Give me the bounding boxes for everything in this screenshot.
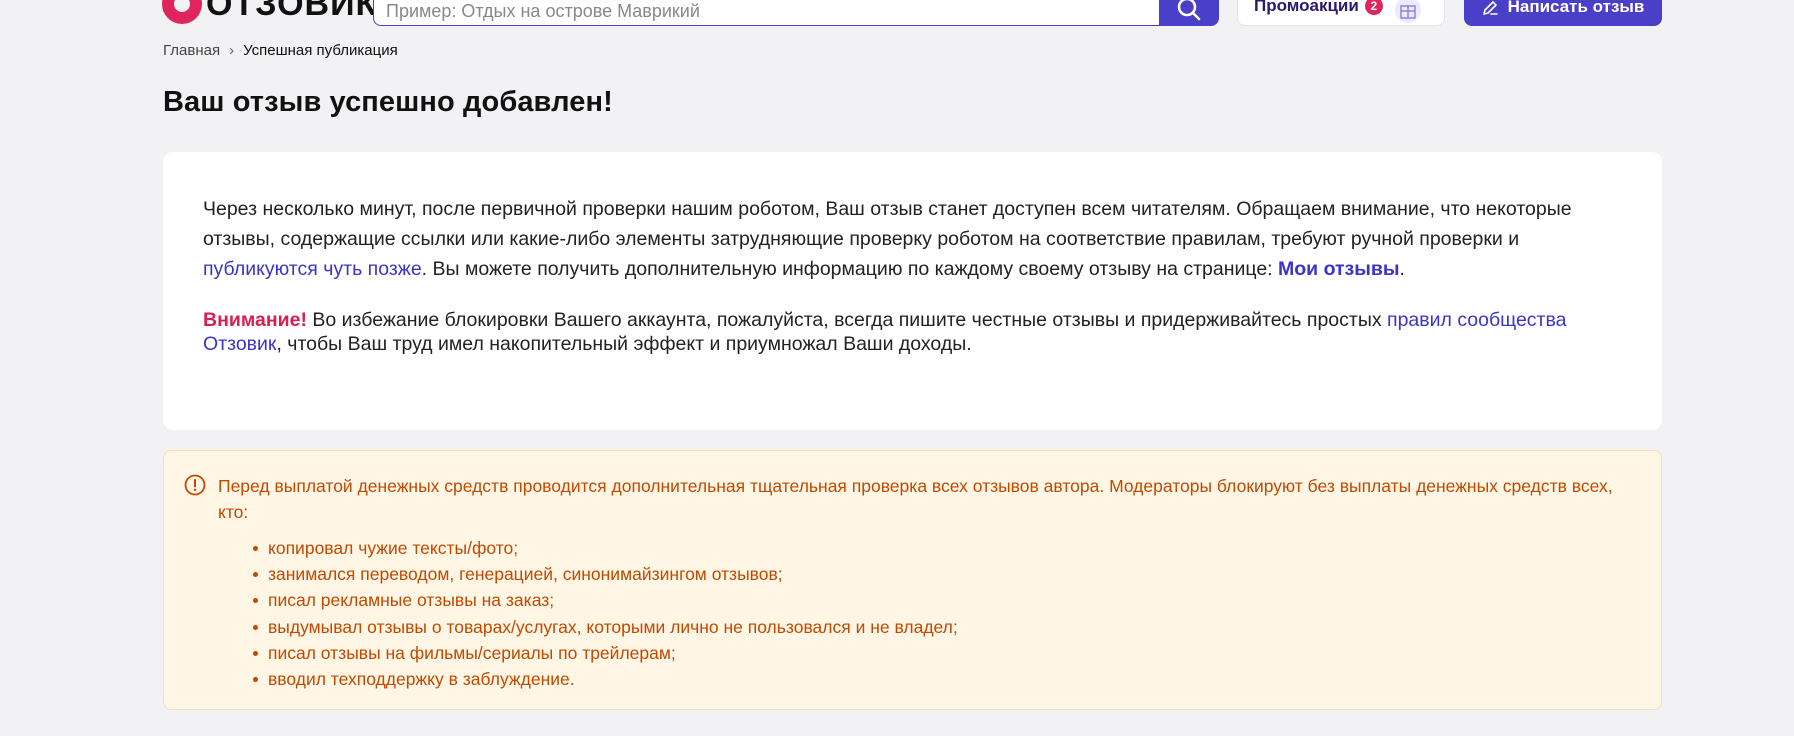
write-review-label: Написать отзыв — [1507, 0, 1645, 16]
list-item: копировал чужие тексты/фото; — [253, 535, 1631, 561]
success-card: Через несколько минут, после первичной п… — [163, 152, 1662, 430]
breadcrumb-home[interactable]: Главная — [163, 42, 220, 59]
write-review-button[interactable]: Написать отзыв — [1464, 0, 1662, 26]
search-button[interactable] — [1159, 0, 1219, 26]
search-input[interactable] — [373, 0, 1159, 26]
info-text-1: Через несколько минут, после первичной п… — [203, 198, 1572, 250]
logo-text: ОТЗОВИК — [206, 0, 378, 23]
list-item: вводил техподдержку в заблуждение. — [253, 666, 1631, 692]
attention-text-1: Во избежание блокировки Вашего аккаунта,… — [306, 309, 1388, 331]
my-reviews-link[interactable]: Мои отзывы — [1278, 258, 1400, 280]
list-item: занимался переводом, генерацией, синоним… — [253, 561, 1631, 587]
page-title: Ваш отзыв успешно добавлен! — [163, 86, 613, 118]
breadcrumb-separator: › — [229, 42, 235, 59]
list-item: писал рекламные отзывы на заказ; — [253, 587, 1631, 613]
attention-text-2: , чтобы Ваш труд имел накопительный эффе… — [276, 333, 972, 355]
list-item: писал отзывы на фильмы/сериалы по трейле… — [253, 640, 1631, 666]
logo-icon — [162, 0, 202, 24]
promo-count-badge: 2 — [1364, 0, 1383, 15]
promo-label: Промоакции — [1254, 0, 1359, 15]
search-bar — [373, 0, 1219, 26]
info-text-end: . — [1399, 258, 1405, 280]
attention-paragraph: Внимание! Во избежание блокировки Вашего… — [203, 308, 1622, 356]
breadcrumb: Главная › Успешная публикация — [163, 42, 398, 59]
page: ОТЗОВИК Промоакции 2 — [0, 0, 1794, 736]
published-later-link[interactable]: публикуются чуть позже — [203, 258, 422, 280]
header: ОТЗОВИК Промоакции 2 — [0, 0, 1794, 28]
search-icon — [1177, 0, 1201, 21]
logo[interactable]: ОТЗОВИК — [162, 0, 378, 24]
info-text-2: . Вы можете получить дополнительную инфо… — [421, 258, 1279, 280]
warning-box: Перед выплатой денежных средств проводит… — [163, 450, 1662, 710]
alert-circle-icon — [184, 474, 206, 496]
list-item: выдумывал отзывы о товарах/услугах, кото… — [253, 614, 1631, 640]
warning-text: Перед выплатой денежных средств проводит… — [218, 476, 1613, 522]
pen-icon — [1482, 1, 1498, 15]
breadcrumb-current: Успешная публикация — [243, 42, 398, 59]
attention-label: Внимание! — [203, 309, 307, 331]
promo-button[interactable]: Промоакции 2 — [1237, 0, 1445, 26]
info-paragraph: Через несколько минут, после первичной п… — [203, 194, 1622, 284]
gift-icon — [1394, 0, 1421, 23]
warning-list: копировал чужие тексты/фото; занимался п… — [218, 535, 1631, 692]
